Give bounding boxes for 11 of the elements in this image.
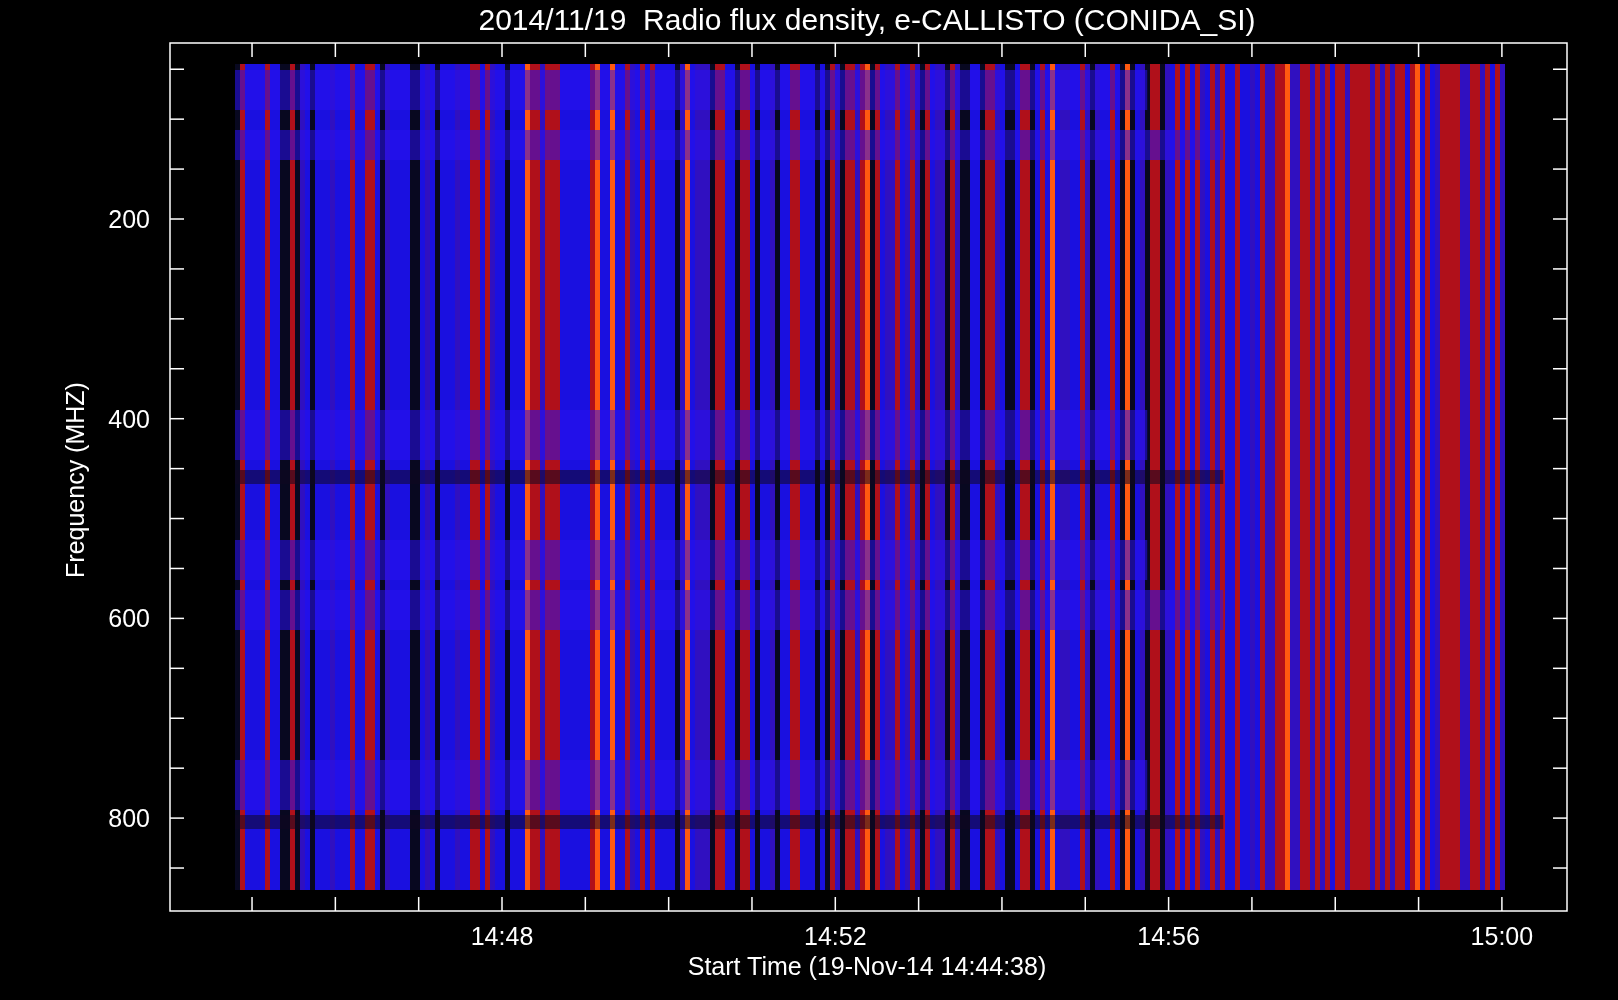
x-tick-label: 14:52 bbox=[804, 922, 867, 950]
y-tick-label: 800 bbox=[108, 804, 150, 833]
x-axis-label: Start Time (19-Nov-14 14:44:38) bbox=[687, 952, 1047, 980]
y-tick-label: 400 bbox=[108, 404, 150, 433]
y-tick-label: 200 bbox=[108, 205, 150, 233]
y-tick-label: 600 bbox=[108, 604, 150, 633]
x-tick-label: 14:56 bbox=[1137, 922, 1200, 950]
chart-title: 2014/11/19 Radio flux density, e-CALLISTO (CONIDA_SI) bbox=[478, 3, 1256, 36]
x-tick-label: 14:48 bbox=[470, 922, 534, 950]
y-axis-label: Frequency (MHZ) bbox=[61, 382, 89, 578]
x-tick-label: 15:00 bbox=[1470, 922, 1534, 950]
